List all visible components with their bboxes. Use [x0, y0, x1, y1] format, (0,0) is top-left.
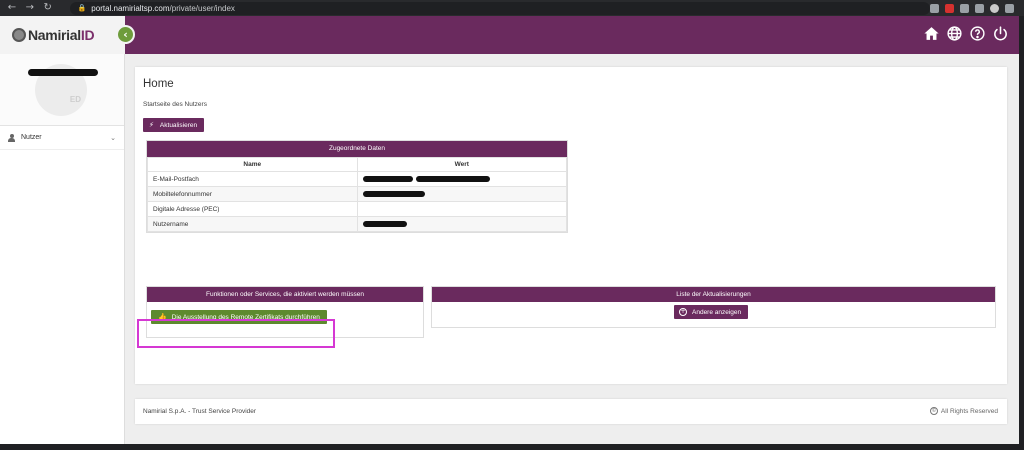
row-value-redacted: [356, 186, 567, 202]
row-value: [356, 201, 567, 217]
address-bar[interactable]: 🔒 portal.namirialtsp.com/private/user/in…: [69, 1, 930, 15]
sidebar-item-nutzer[interactable]: Nutzer ⌄: [0, 126, 124, 150]
highlight-box: [137, 319, 335, 348]
forward-icon[interactable]: →: [24, 2, 36, 14]
profile-avatar[interactable]: [990, 3, 999, 13]
table-title: Zugeordnete Daten: [147, 141, 567, 157]
logo[interactable]: NamirialID: [0, 16, 125, 54]
updates-panel: Liste der Aktualisierungen + Andere anze…: [431, 286, 996, 328]
row-name: E-Mail-Postfach: [147, 171, 358, 187]
show-more-button[interactable]: + Andere anzeigen: [674, 305, 749, 319]
column-header-value: Wert: [356, 157, 567, 172]
copyright-icon: ©: [929, 407, 938, 415]
app-frame: NamirialID ‹ ED Nutzer ⌄ Home Startseite…: [0, 16, 1019, 444]
address-text: portal.namirialtsp.com/private/user/inde…: [91, 3, 235, 13]
bolt-icon: ⚡: [149, 121, 154, 129]
extensions-area: [930, 3, 1014, 13]
column-header-name: Name: [147, 157, 358, 172]
plus-circle-icon: +: [679, 308, 687, 316]
adblock-icon[interactable]: [945, 3, 954, 13]
table-row: Digitale Adresse (PEC): [147, 201, 567, 217]
chevron-left-icon: ‹: [123, 28, 128, 41]
chevron-down-icon: ⌄: [110, 133, 116, 142]
row-name: Nutzername: [147, 216, 358, 232]
star-icon[interactable]: [930, 3, 939, 13]
lock-icon: 🔒: [77, 4, 87, 12]
collapse-sidebar-button[interactable]: ‹: [116, 25, 135, 44]
sidebar-item-label: Nutzer: [21, 134, 42, 141]
user-icon: [8, 133, 15, 142]
header-actions: [923, 25, 1009, 42]
row-name: Digitale Adresse (PEC): [147, 201, 358, 217]
table-row: E-Mail-Postfach: [147, 171, 567, 187]
table-row: Nutzername: [147, 216, 567, 232]
page-title: Home: [143, 78, 174, 90]
user-profile: ED: [0, 54, 124, 126]
row-name: Mobiltelefonnummer: [147, 186, 358, 202]
home-icon[interactable]: [923, 25, 940, 42]
power-icon[interactable]: [992, 25, 1009, 42]
row-value-redacted: [356, 171, 567, 187]
footer-company: Namirial S.p.A. - Trust Service Provider: [143, 408, 257, 415]
row-value-redacted: [356, 216, 567, 232]
table-row: Mobiltelefonnummer: [147, 186, 567, 202]
updates-panel-title: Liste der Aktualisierungen: [432, 287, 995, 302]
logo-text: NamirialID: [28, 27, 95, 43]
help-icon[interactable]: [969, 25, 986, 42]
globe-icon[interactable]: [946, 25, 963, 42]
back-icon[interactable]: ←: [6, 2, 18, 14]
browser-toolbar: ← → ↻ 🔒 portal.namirialtsp.com/private/u…: [0, 0, 1024, 16]
menu-icon[interactable]: [1005, 3, 1014, 13]
footer-rights: © All Rights Reserved: [929, 407, 998, 415]
footer: Namirial S.p.A. - Trust Service Provider…: [135, 399, 1007, 424]
assigned-data-table: Zugeordnete Daten Name Wert E-Mail-Postf…: [146, 140, 568, 233]
sidebar: ED Nutzer ⌄: [0, 54, 125, 444]
functions-panel-title: Funktionen oder Services, die aktiviert …: [147, 287, 423, 302]
top-bar: NamirialID ‹: [0, 16, 1019, 54]
refresh-button[interactable]: ⚡ Aktualisieren: [143, 118, 205, 132]
puzzle-icon[interactable]: [975, 3, 984, 13]
logo-mark-icon: [12, 28, 26, 42]
reload-icon[interactable]: ↻: [42, 2, 54, 14]
page-subtitle: Startseite des Nutzers: [143, 101, 207, 108]
user-name-redacted: [28, 69, 98, 76]
extension-icon[interactable]: [960, 3, 969, 13]
